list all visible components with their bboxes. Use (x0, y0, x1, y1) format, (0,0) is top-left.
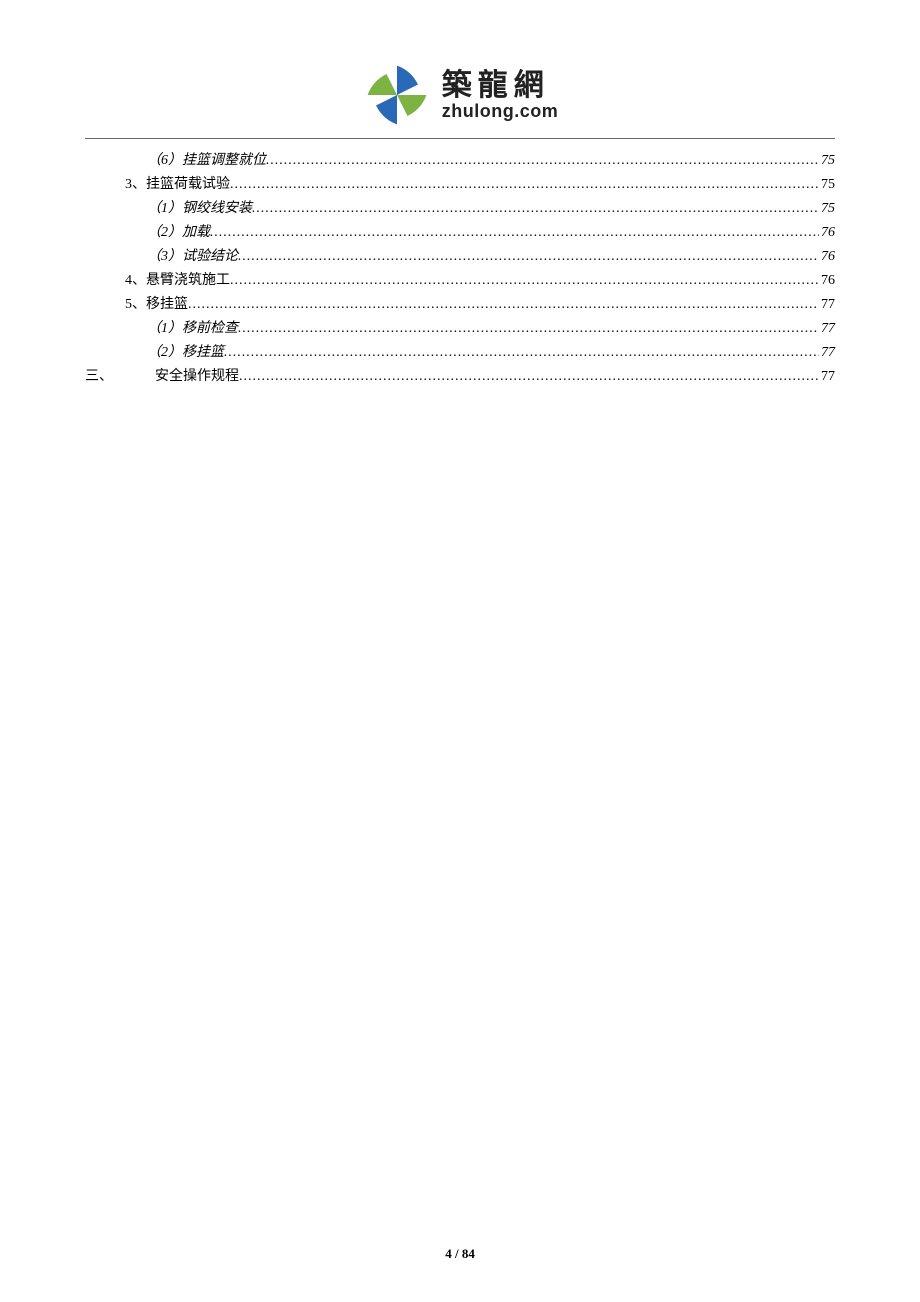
toc-leader (188, 293, 819, 317)
toc-leader (224, 341, 819, 365)
toc-title: 4、悬臂浇筑施工 (125, 269, 230, 293)
toc-page: 75 (819, 197, 835, 221)
toc-entry: （1）钢绞线安装 75 (85, 197, 835, 221)
header-divider (85, 138, 835, 139)
toc-leader (266, 149, 819, 173)
toc-page: 76 (819, 245, 835, 269)
toc-entry: 5、移挂篮 77 (85, 293, 835, 317)
toc-entry: 3、挂篮荷载试验 75 (85, 173, 835, 197)
toc-title: 5、移挂篮 (125, 293, 188, 317)
toc-title: （6）挂篮调整就位 (147, 149, 266, 173)
logo-icon (362, 60, 432, 130)
toc-entry: （2）加载 76 (85, 221, 835, 245)
toc-leader (239, 365, 819, 389)
toc-leader (210, 221, 819, 245)
page-footer: 4 / 84 (0, 1246, 920, 1262)
toc-prefix: 三、 (85, 365, 155, 389)
site-logo: 築龍網 zhulong.com (85, 60, 835, 130)
toc-title: 安全操作规程 (155, 365, 239, 389)
toc-page: 75 (819, 173, 835, 197)
toc-page: 76 (819, 269, 835, 293)
toc-title: （2）加载 (147, 221, 210, 245)
page-sep: / (452, 1246, 462, 1261)
toc-entry: （6）挂篮调整就位 75 (85, 149, 835, 173)
toc-leader (230, 269, 819, 293)
toc-entry: （1）移前检查 77 (85, 317, 835, 341)
toc-page: 75 (819, 149, 835, 173)
toc-leader (238, 317, 819, 341)
toc-title: 3、挂篮荷载试验 (125, 173, 230, 197)
toc-entry: 三、 安全操作规程 77 (85, 365, 835, 389)
toc-page: 77 (819, 341, 835, 365)
toc-title: （1）移前检查 (147, 317, 238, 341)
toc-title: （3）试验结论 (147, 245, 238, 269)
toc-entry: （3）试验结论 76 (85, 245, 835, 269)
logo-text-en: zhulong.com (442, 102, 559, 122)
toc-page: 76 (819, 221, 835, 245)
toc-entry: 4、悬臂浇筑施工 76 (85, 269, 835, 293)
toc-title: （1）钢绞线安装 (147, 197, 252, 221)
toc-leader (238, 245, 819, 269)
toc-leader (252, 197, 819, 221)
logo-text-cn: 築龍網 (442, 69, 559, 102)
toc-title: （2）移挂篮 (147, 341, 224, 365)
toc-page: 77 (819, 317, 835, 341)
toc-entry: （2）移挂篮 77 (85, 341, 835, 365)
toc-page: 77 (819, 365, 835, 389)
toc-page: 77 (819, 293, 835, 317)
page-total: 84 (462, 1246, 475, 1261)
toc-leader (230, 173, 819, 197)
